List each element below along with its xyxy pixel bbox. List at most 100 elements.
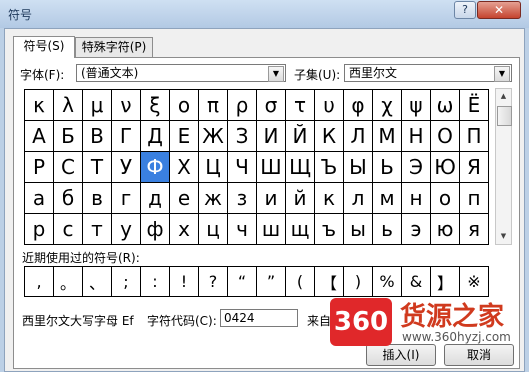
symbol-cell[interactable]: п — [460, 183, 489, 214]
chevron-down-icon[interactable]: ▼ — [268, 66, 284, 82]
symbol-cell[interactable]: М — [373, 121, 402, 152]
recent-symbol-cell[interactable]: ( — [286, 267, 315, 297]
symbol-cell[interactable]: Ы — [344, 152, 373, 183]
symbol-cell[interactable]: З — [228, 121, 257, 152]
symbol-cell[interactable]: Ч — [228, 152, 257, 183]
symbol-cell[interactable]: ч — [228, 214, 257, 245]
tab-special-characters[interactable]: 特殊字符(P) — [75, 37, 153, 57]
symbol-cell[interactable]: Э — [402, 152, 431, 183]
symbol-cell[interactable]: ο — [170, 90, 199, 121]
symbol-cell[interactable]: Ф — [141, 152, 170, 183]
symbol-cell[interactable]: С — [54, 152, 83, 183]
scrollbar-thumb[interactable] — [497, 106, 512, 126]
symbol-cell[interactable]: ψ — [402, 90, 431, 121]
symbol-cell[interactable]: Л — [344, 121, 373, 152]
char-code-input[interactable]: 0424 — [220, 309, 298, 327]
symbol-cell[interactable]: ρ — [228, 90, 257, 121]
symbol-cell[interactable]: Т — [83, 152, 112, 183]
symbol-cell[interactable]: Ё — [460, 90, 489, 121]
symbol-cell[interactable]: И — [257, 121, 286, 152]
symbol-cell[interactable]: τ — [286, 90, 315, 121]
symbol-cell[interactable]: д — [141, 183, 170, 214]
recent-symbol-cell[interactable]: % — [373, 267, 402, 297]
symbol-cell[interactable]: е — [170, 183, 199, 214]
recent-symbol-cell[interactable]: 【 — [315, 267, 344, 297]
symbol-cell[interactable]: Ъ — [315, 152, 344, 183]
recent-symbol-cell[interactable]: ” — [257, 267, 286, 297]
recent-symbol-cell[interactable]: ? — [199, 267, 228, 297]
scroll-up-icon[interactable]: ▲ — [496, 89, 511, 104]
symbol-cell[interactable]: μ — [83, 90, 112, 121]
symbol-cell[interactable]: л — [344, 183, 373, 214]
symbol-cell[interactable]: О — [431, 121, 460, 152]
symbol-cell[interactable]: Й — [286, 121, 315, 152]
symbol-cell[interactable]: х — [170, 214, 199, 245]
symbol-cell[interactable]: π — [199, 90, 228, 121]
recent-symbol-cell[interactable]: 、 — [83, 267, 112, 297]
tab-symbols[interactable]: 符号(S) — [13, 36, 75, 58]
symbol-grid-scrollbar[interactable]: ▲ ▼ — [495, 88, 512, 245]
symbol-cell[interactable]: э — [402, 214, 431, 245]
symbol-cell[interactable]: ъ — [315, 214, 344, 245]
symbol-cell[interactable]: λ — [54, 90, 83, 121]
symbol-cell[interactable]: χ — [373, 90, 402, 121]
chevron-down-icon[interactable]: ▼ — [494, 66, 510, 82]
symbol-cell[interactable]: ь — [373, 214, 402, 245]
symbol-cell[interactable]: н — [402, 183, 431, 214]
symbol-cell[interactable]: о — [431, 183, 460, 214]
recent-symbol-cell[interactable]: ) — [344, 267, 373, 297]
recent-symbol-cell[interactable]: 。 — [54, 267, 83, 297]
symbol-cell[interactable]: б — [54, 183, 83, 214]
symbol-cell[interactable]: у — [112, 214, 141, 245]
symbol-cell[interactable]: Ж — [199, 121, 228, 152]
symbol-cell[interactable]: ц — [199, 214, 228, 245]
symbol-cell[interactable]: σ — [257, 90, 286, 121]
symbol-cell[interactable]: м — [373, 183, 402, 214]
symbol-cell[interactable]: А — [25, 121, 54, 152]
symbol-cell[interactable]: Ш — [257, 152, 286, 183]
symbol-cell[interactable]: Щ — [286, 152, 315, 183]
font-select[interactable]: (普通文本) ▼ — [76, 64, 286, 82]
symbol-cell[interactable]: К — [315, 121, 344, 152]
symbol-cell[interactable]: υ — [315, 90, 344, 121]
symbol-cell[interactable]: Ь — [373, 152, 402, 183]
symbol-cell[interactable]: ν — [112, 90, 141, 121]
help-button[interactable]: ? — [454, 1, 476, 19]
symbol-cell[interactable]: и — [257, 183, 286, 214]
symbol-cell[interactable]: φ — [344, 90, 373, 121]
symbol-cell[interactable]: г — [112, 183, 141, 214]
scroll-down-icon[interactable]: ▼ — [496, 229, 511, 244]
symbol-cell[interactable]: Г — [112, 121, 141, 152]
symbol-cell[interactable]: ф — [141, 214, 170, 245]
symbol-cell[interactable]: ω — [431, 90, 460, 121]
symbol-cell[interactable]: ж — [199, 183, 228, 214]
symbol-cell[interactable]: т — [83, 214, 112, 245]
symbol-cell[interactable]: р — [25, 214, 54, 245]
recent-symbol-cell[interactable]: : — [141, 267, 170, 297]
symbol-cell[interactable]: щ — [286, 214, 315, 245]
symbol-cell[interactable]: Х — [170, 152, 199, 183]
symbol-cell[interactable]: й — [286, 183, 315, 214]
symbol-cell[interactable]: В — [83, 121, 112, 152]
recent-symbol-cell[interactable]: & — [402, 267, 431, 297]
symbol-cell[interactable]: ш — [257, 214, 286, 245]
symbol-cell[interactable]: с — [54, 214, 83, 245]
symbol-cell[interactable]: Б — [54, 121, 83, 152]
symbol-cell[interactable]: а — [25, 183, 54, 214]
symbol-cell[interactable]: Е — [170, 121, 199, 152]
symbol-cell[interactable]: П — [460, 121, 489, 152]
recent-symbol-cell[interactable]: “ — [228, 267, 257, 297]
symbol-cell[interactable]: Р — [25, 152, 54, 183]
symbol-cell[interactable]: ξ — [141, 90, 170, 121]
symbol-cell[interactable]: Я — [460, 152, 489, 183]
recent-symbol-cell[interactable]: ※ — [460, 267, 489, 297]
recent-symbol-cell[interactable]: ; — [112, 267, 141, 297]
symbol-cell[interactable]: У — [112, 152, 141, 183]
symbol-cell[interactable]: Ю — [431, 152, 460, 183]
symbol-cell[interactable]: ю — [431, 214, 460, 245]
recent-symbol-cell[interactable]: , — [25, 267, 54, 297]
recent-symbol-cell[interactable]: 】 — [431, 267, 460, 297]
symbol-cell[interactable]: з — [228, 183, 257, 214]
close-button[interactable]: ✕ — [477, 1, 521, 19]
subset-select[interactable]: 西里尔文 ▼ — [344, 64, 512, 82]
